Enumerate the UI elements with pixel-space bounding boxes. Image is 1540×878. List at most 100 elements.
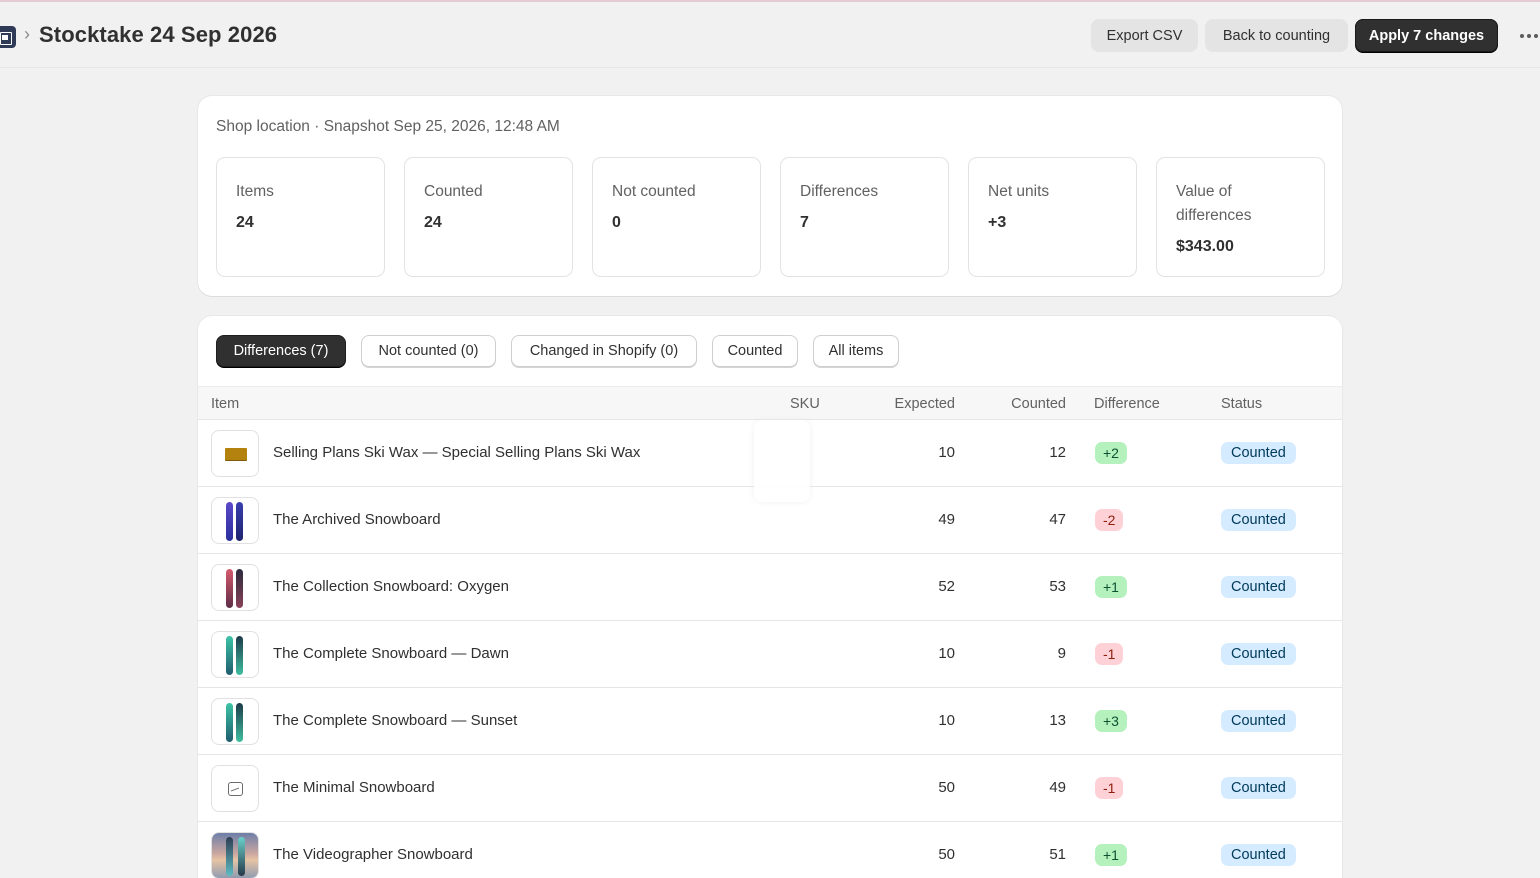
export-csv-button[interactable]: Export CSV: [1091, 19, 1198, 52]
app-icon[interactable]: [0, 26, 16, 48]
stat-value: 24: [236, 214, 254, 231]
snowboard-image: [238, 837, 245, 876]
counted-value: 47: [1049, 511, 1066, 528]
tab-counted[interactable]: Counted: [712, 335, 798, 367]
stat-value-of-differences: Value of differences $343.00: [1156, 157, 1325, 277]
stat-label: Value of differences: [1176, 183, 1252, 224]
item-name[interactable]: Selling Plans Ski Wax — Special Selling …: [273, 444, 640, 461]
status-badge: Counted: [1221, 576, 1296, 598]
expected-value: 10: [938, 712, 955, 729]
expected-value: 52: [938, 578, 955, 595]
table-row[interactable]: The Complete Snowboard — Dawn 10 9 -1 Co…: [198, 621, 1342, 688]
expected-value: 10: [938, 645, 955, 662]
counted-value: 49: [1049, 779, 1066, 796]
product-thumbnail: [211, 430, 259, 477]
expected-value: 10: [938, 444, 955, 461]
back-to-counting-button[interactable]: Back to counting: [1205, 19, 1348, 52]
stat-items: Items 24: [216, 157, 385, 277]
stat-value: 0: [612, 214, 621, 231]
location-snapshot-text: Shop location · Snapshot Sep 25, 2026, 1…: [216, 118, 560, 135]
stat-value: +3: [988, 214, 1007, 231]
stat-label: Items: [236, 183, 274, 200]
item-name[interactable]: The Archived Snowboard: [273, 511, 441, 528]
apply-changes-button[interactable]: Apply 7 changes: [1355, 19, 1498, 52]
table-row[interactable]: The Minimal Snowboard 50 49 -1 Counted: [198, 755, 1342, 822]
tab-all-items[interactable]: All items: [813, 335, 899, 367]
column-header-status[interactable]: Status: [1221, 396, 1262, 412]
product-thumbnail: [211, 564, 259, 611]
snowboard-image: [226, 569, 233, 608]
stat-value: 7: [800, 214, 809, 231]
snowboard-photo: [212, 833, 258, 878]
item-name[interactable]: The Collection Snowboard: Oxygen: [273, 578, 509, 595]
tab-differences[interactable]: Differences (7): [216, 335, 346, 367]
status-badge: Counted: [1221, 777, 1296, 799]
stat-label: Not counted: [612, 183, 696, 200]
product-thumbnail: [211, 497, 259, 544]
snowboard-image: [226, 502, 233, 541]
stat-not-counted: Not counted 0: [592, 157, 761, 277]
stat-net-units: Net units +3: [968, 157, 1137, 277]
difference-badge: +3: [1095, 710, 1127, 732]
column-header-sku[interactable]: SKU: [790, 396, 820, 412]
counted-value: 9: [1057, 645, 1066, 662]
image-placeholder-icon: [228, 782, 243, 796]
page-header: › Stocktake 24 Sep 2026 Export CSV Back …: [0, 2, 1540, 68]
expected-value: 50: [938, 779, 955, 796]
expected-value: 50: [938, 846, 955, 863]
product-thumbnail: [211, 698, 259, 745]
items-card: Differences (7) Not counted (0) Changed …: [198, 316, 1342, 878]
expected-value: 49: [938, 511, 955, 528]
snowboard-image: [236, 569, 243, 608]
page-title: Stocktake 24 Sep 2026: [39, 22, 278, 47]
snowboard-image: [236, 636, 243, 675]
table-row[interactable]: The Complete Snowboard — Sunset 10 13 +3…: [198, 688, 1342, 755]
difference-badge: +1: [1095, 844, 1127, 866]
difference-badge: -2: [1095, 509, 1124, 531]
table-header: Item SKU Expected Counted Difference Sta…: [198, 386, 1342, 420]
stat-label: Net units: [988, 183, 1050, 200]
column-header-item[interactable]: Item: [211, 396, 239, 412]
table-row[interactable]: The Videographer Snowboard 50 51 +1 Coun…: [198, 822, 1342, 878]
status-badge: Counted: [1221, 643, 1296, 665]
product-thumbnail: [211, 832, 259, 878]
ski-wax-image: [225, 448, 247, 460]
tab-not-counted[interactable]: Not counted (0): [361, 335, 496, 367]
stat-label: Counted: [424, 183, 483, 200]
difference-badge: +1: [1095, 576, 1127, 598]
difference-badge: -1: [1095, 777, 1124, 799]
snowboard-image: [236, 502, 243, 541]
snowboard-image: [236, 703, 243, 742]
column-header-counted[interactable]: Counted: [966, 396, 1066, 412]
product-thumbnail: [211, 631, 259, 678]
stat-label: Differences: [800, 183, 879, 200]
item-name[interactable]: The Complete Snowboard — Dawn: [273, 645, 509, 662]
status-badge: Counted: [1221, 710, 1296, 732]
counted-value: 12: [1049, 444, 1066, 461]
stat-differences: Differences 7: [780, 157, 949, 277]
status-badge: Counted: [1221, 442, 1296, 464]
tab-changed-in-shopify[interactable]: Changed in Shopify (0): [511, 335, 697, 367]
stat-value: $343.00: [1176, 238, 1234, 255]
item-name[interactable]: The Minimal Snowboard: [273, 779, 435, 796]
more-horizontal-icon[interactable]: [1518, 26, 1540, 46]
difference-badge: +2: [1095, 442, 1127, 464]
stat-value: 24: [424, 214, 442, 231]
product-thumbnail: [211, 765, 259, 812]
counted-value: 53: [1049, 578, 1066, 595]
snowboard-image: [226, 837, 233, 876]
status-badge: Counted: [1221, 844, 1296, 866]
summary-card: Shop location · Snapshot Sep 25, 2026, 1…: [198, 96, 1342, 296]
item-name[interactable]: The Complete Snowboard — Sunset: [273, 712, 517, 729]
snowboard-image: [226, 636, 233, 675]
status-badge: Counted: [1221, 509, 1296, 531]
column-header-expected[interactable]: Expected: [874, 396, 955, 412]
table-row[interactable]: The Collection Snowboard: Oxygen 52 53 +…: [198, 554, 1342, 621]
drag-ghost-overlay: [754, 420, 810, 502]
snowboard-image: [226, 703, 233, 742]
item-name[interactable]: The Videographer Snowboard: [273, 846, 473, 863]
column-header-difference[interactable]: Difference: [1094, 396, 1160, 412]
stat-counted: Counted 24: [404, 157, 573, 277]
breadcrumb-separator: ›: [24, 24, 30, 44]
counted-value: 51: [1049, 846, 1066, 863]
